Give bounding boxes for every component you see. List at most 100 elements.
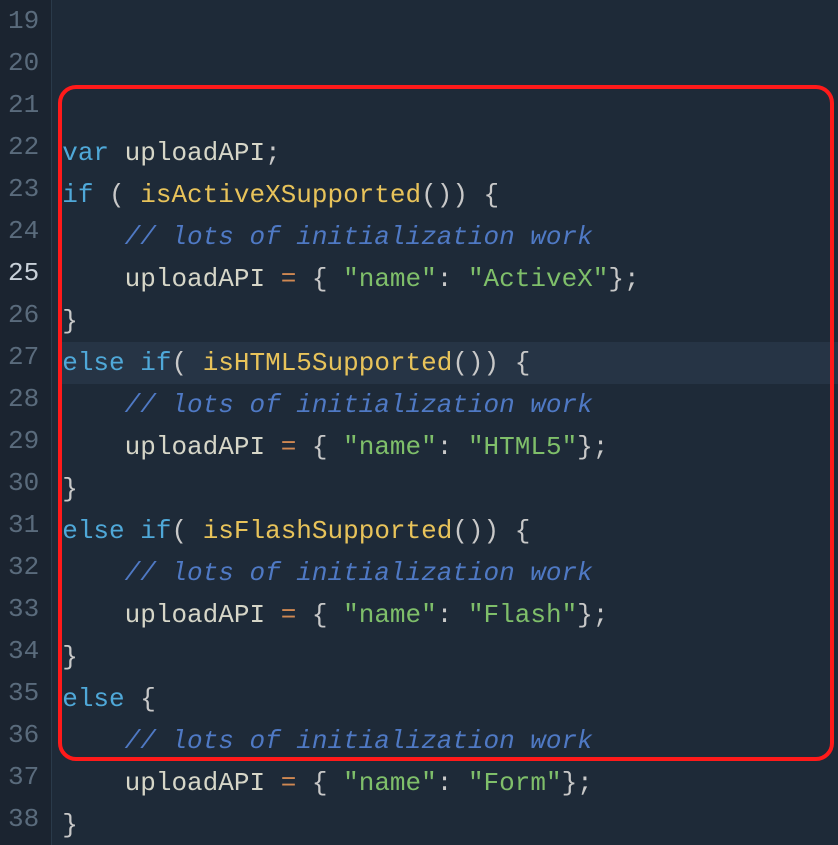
code-token: ; [265, 138, 281, 168]
code-token: : [437, 264, 468, 294]
code-token: { [125, 684, 156, 714]
code-token: : [437, 600, 468, 630]
line-number: 37 [8, 756, 39, 798]
code-token: uploadAPI [125, 768, 265, 798]
code-token [62, 390, 124, 420]
code-token: ( [93, 180, 140, 210]
line-number: 28 [8, 378, 39, 420]
code-token: } [62, 642, 78, 672]
line-number: 35 [8, 672, 39, 714]
code-token: else [62, 684, 124, 714]
code-line[interactable]: } [62, 468, 838, 510]
code-token: ( [171, 516, 202, 546]
code-line[interactable] [62, 90, 838, 132]
code-token: uploadAPI [125, 138, 265, 168]
code-line[interactable]: } [62, 804, 838, 845]
code-token: = [281, 768, 297, 798]
code-token: "Flash" [468, 600, 577, 630]
code-token: }; [562, 768, 593, 798]
code-token: "name" [343, 600, 437, 630]
line-number-gutter: 19 20 21 22 23 24 25 26 27 28 29 30 31 3… [0, 0, 52, 845]
code-token [109, 138, 125, 168]
code-token [62, 432, 124, 462]
line-number: 25 [8, 252, 39, 294]
code-token: { [296, 432, 343, 462]
code-token: if [140, 348, 171, 378]
line-number: 23 [8, 168, 39, 210]
code-line[interactable]: if ( isActiveXSupported()) { [62, 174, 838, 216]
code-area[interactable]: var uploadAPI;if ( isActiveXSupported())… [52, 0, 838, 845]
code-line[interactable]: // lots of initialization work [62, 720, 838, 762]
code-token [125, 348, 141, 378]
code-token: ()) { [452, 516, 530, 546]
line-number: 31 [8, 504, 39, 546]
code-token: // lots of initialization work [125, 726, 593, 756]
code-token: uploadAPI [125, 432, 265, 462]
code-token: // lots of initialization work [125, 558, 593, 588]
code-token: = [281, 264, 297, 294]
code-token [265, 264, 281, 294]
line-number: 21 [8, 84, 39, 126]
code-token: "Form" [468, 768, 562, 798]
line-number: 27 [8, 336, 39, 378]
code-token: : [437, 432, 468, 462]
code-line[interactable]: else { [62, 678, 838, 720]
code-token [62, 726, 124, 756]
code-token: }; [577, 600, 608, 630]
code-line[interactable]: } [62, 636, 838, 678]
code-token: }; [577, 432, 608, 462]
code-token: "name" [343, 432, 437, 462]
line-number: 29 [8, 420, 39, 462]
code-token [62, 264, 124, 294]
line-number: 33 [8, 588, 39, 630]
code-token: : [437, 768, 468, 798]
line-number: 20 [8, 42, 39, 84]
code-line[interactable]: uploadAPI = { "name": "Form"}; [62, 762, 838, 804]
code-line[interactable]: // lots of initialization work [62, 216, 838, 258]
code-token: { [296, 600, 343, 630]
code-line[interactable]: // lots of initialization work [62, 384, 838, 426]
code-token [62, 768, 124, 798]
code-token: "name" [343, 768, 437, 798]
code-token: // lots of initialization work [125, 390, 593, 420]
code-token: isFlashSupported [203, 516, 453, 546]
code-token: uploadAPI [125, 600, 265, 630]
code-token: // lots of initialization work [125, 222, 593, 252]
code-token: "ActiveX" [468, 264, 608, 294]
line-number: 24 [8, 210, 39, 252]
code-line[interactable]: else if( isFlashSupported()) { [62, 510, 838, 552]
code-token: if [62, 180, 93, 210]
code-token: ( [171, 348, 202, 378]
code-line[interactable]: } [62, 300, 838, 342]
code-line[interactable]: // lots of initialization work [62, 552, 838, 594]
code-token: { [296, 264, 343, 294]
code-line[interactable]: uploadAPI = { "name": "HTML5"}; [62, 426, 838, 468]
line-number: 22 [8, 126, 39, 168]
code-editor[interactable]: 19 20 21 22 23 24 25 26 27 28 29 30 31 3… [0, 0, 838, 845]
line-number: 32 [8, 546, 39, 588]
code-token: ()) { [421, 180, 499, 210]
code-token: } [62, 474, 78, 504]
code-token: = [281, 600, 297, 630]
code-line[interactable]: else if( isHTML5Supported()) { [62, 342, 838, 384]
line-number: 34 [8, 630, 39, 672]
code-token: "HTML5" [468, 432, 577, 462]
code-line[interactable]: var uploadAPI; [62, 132, 838, 174]
line-number: 38 [8, 798, 39, 840]
line-number: 19 [8, 0, 39, 42]
code-token: else [62, 516, 124, 546]
code-token: { [296, 768, 343, 798]
code-token [125, 516, 141, 546]
code-line[interactable]: uploadAPI = { "name": "Flash"}; [62, 594, 838, 636]
code-token [265, 768, 281, 798]
line-number: 26 [8, 294, 39, 336]
code-token [265, 432, 281, 462]
code-token: }; [608, 264, 639, 294]
code-token: else [62, 348, 124, 378]
code-token: ()) { [452, 348, 530, 378]
code-token [62, 600, 124, 630]
code-token: uploadAPI [125, 264, 265, 294]
code-token [62, 558, 124, 588]
code-line[interactable]: uploadAPI = { "name": "ActiveX"}; [62, 258, 838, 300]
code-token: isActiveXSupported [140, 180, 421, 210]
